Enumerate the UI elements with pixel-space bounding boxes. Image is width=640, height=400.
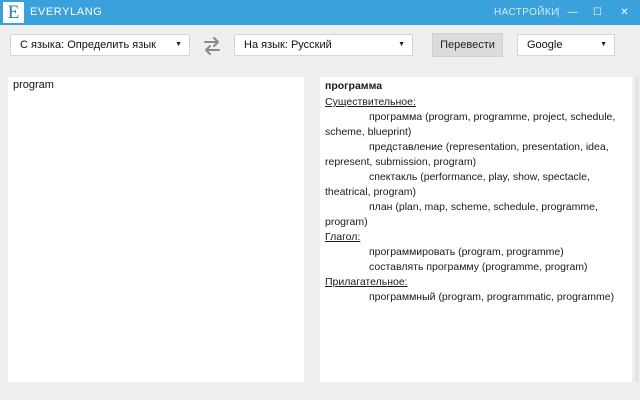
title-separator — [558, 7, 559, 18]
sense-item: программа (program, programme, project, … — [325, 111, 616, 138]
minimize-button[interactable]: — — [560, 0, 585, 25]
sense-item: программировать (program, programme) — [369, 246, 564, 258]
pos-label-verb: Глагол: — [325, 231, 361, 243]
close-button[interactable]: ✕ — [612, 0, 637, 25]
source-language-value: С языка: Определить язык — [20, 39, 156, 51]
pos-label-noun: Существительное: — [325, 96, 416, 108]
sense-item: план (plan, map, scheme, schedule, progr… — [325, 201, 598, 228]
sense-item: спектакль (performance, play, show, spec… — [325, 171, 590, 198]
swap-languages-icon[interactable] — [201, 35, 223, 57]
settings-link[interactable]: НАСТРОЙКИ — [494, 7, 559, 18]
source-text: program — [13, 79, 54, 91]
source-language-select[interactable]: С языка: Определить язык ▼ — [10, 34, 190, 56]
sense-item: представление (representation, presentat… — [325, 141, 609, 168]
app-title: EVERYLANG — [30, 6, 103, 18]
maximize-button[interactable]: ☐ — [585, 0, 610, 25]
pos-label-adjective: Прилагательное: — [325, 276, 408, 288]
target-language-select[interactable]: На язык: Русский ▼ — [234, 34, 413, 56]
result-headword: программа — [325, 80, 383, 92]
provider-value: Google — [527, 39, 563, 51]
source-text-area[interactable]: program — [8, 77, 304, 382]
sense-item: составлять программу (programme, program… — [369, 261, 588, 273]
target-language-value: На язык: Русский — [244, 39, 332, 51]
provider-select[interactable]: Google ▼ — [517, 34, 615, 56]
app-logo-icon: E — [3, 2, 24, 23]
title-bar: E EVERYLANG НАСТРОЙКИ — ☐ ✕ — [0, 0, 640, 25]
sense-item: программный (program, programmatic, prog… — [369, 291, 615, 303]
chevron-down-icon: ▼ — [175, 41, 182, 48]
chevron-down-icon: ▼ — [600, 41, 607, 48]
translation-result-area: программа Существительное: программа (pr… — [320, 77, 632, 382]
chevron-down-icon: ▼ — [398, 41, 405, 48]
translation-result: программа Существительное: программа (pr… — [325, 79, 625, 305]
window-edge-scrollbar — [635, 77, 639, 382]
translate-button[interactable]: Перевести — [432, 33, 503, 57]
